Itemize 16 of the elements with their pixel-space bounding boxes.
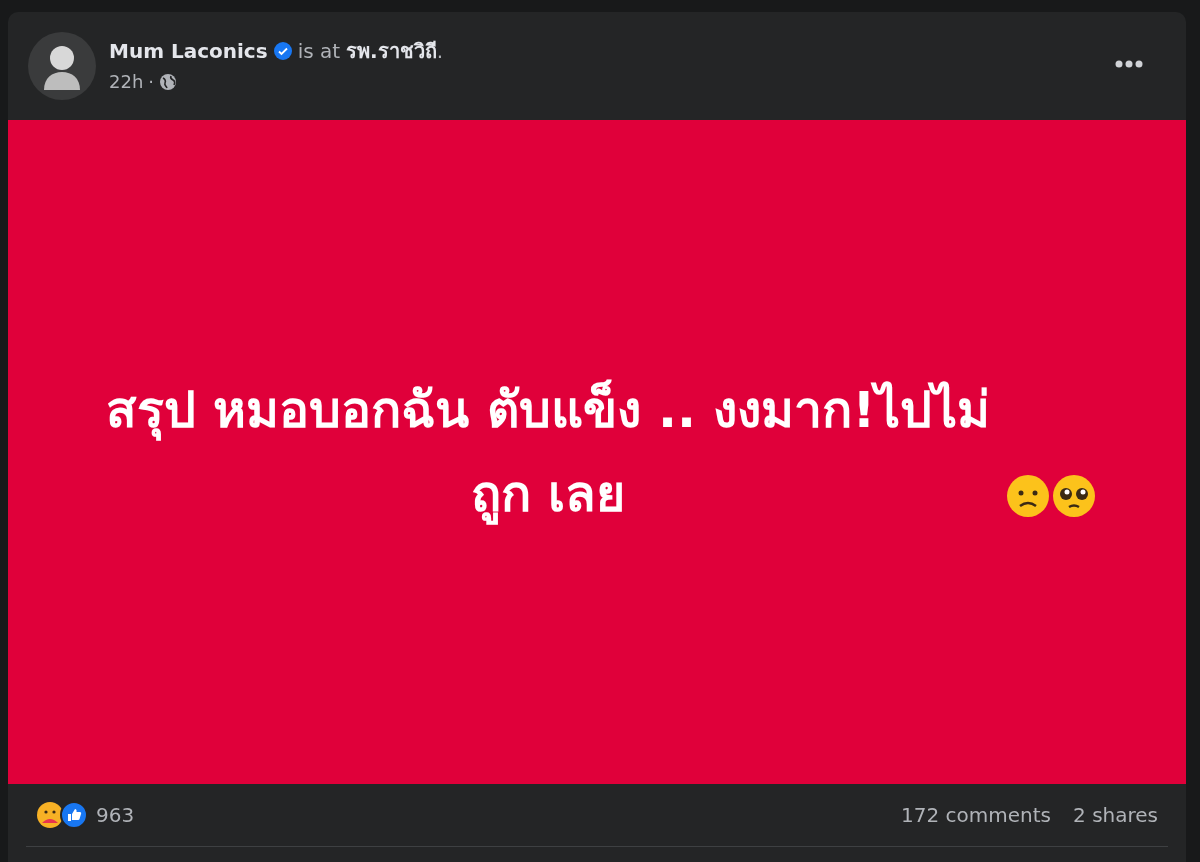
separator-dot: ·: [148, 70, 155, 94]
location-suffix: .: [436, 38, 444, 65]
author-name[interactable]: Mum Laconics: [109, 36, 268, 66]
post-text: สรุป หมอบอกฉัน ตับแข็ง .. งงมาก!ไปไม่ถูก เลย: [104, 378, 992, 527]
globe-icon: [159, 72, 178, 91]
like-reaction-icon: [60, 801, 88, 829]
frowning-face-icon: [1006, 474, 1050, 518]
care-reaction-icon: [36, 801, 64, 829]
shares-count[interactable]: 2 shares: [1073, 800, 1158, 830]
reaction-count[interactable]: 963: [96, 800, 135, 830]
comments-count[interactable]: 172 comments: [901, 800, 1052, 830]
location-prefix: is at: [297, 38, 341, 65]
post-time[interactable]: 22h: [109, 68, 144, 95]
location-link[interactable]: รพ.ราชวิถี: [346, 36, 437, 66]
pleading-face-icon: [1052, 474, 1096, 518]
more-dots-icon: [1115, 60, 1143, 68]
